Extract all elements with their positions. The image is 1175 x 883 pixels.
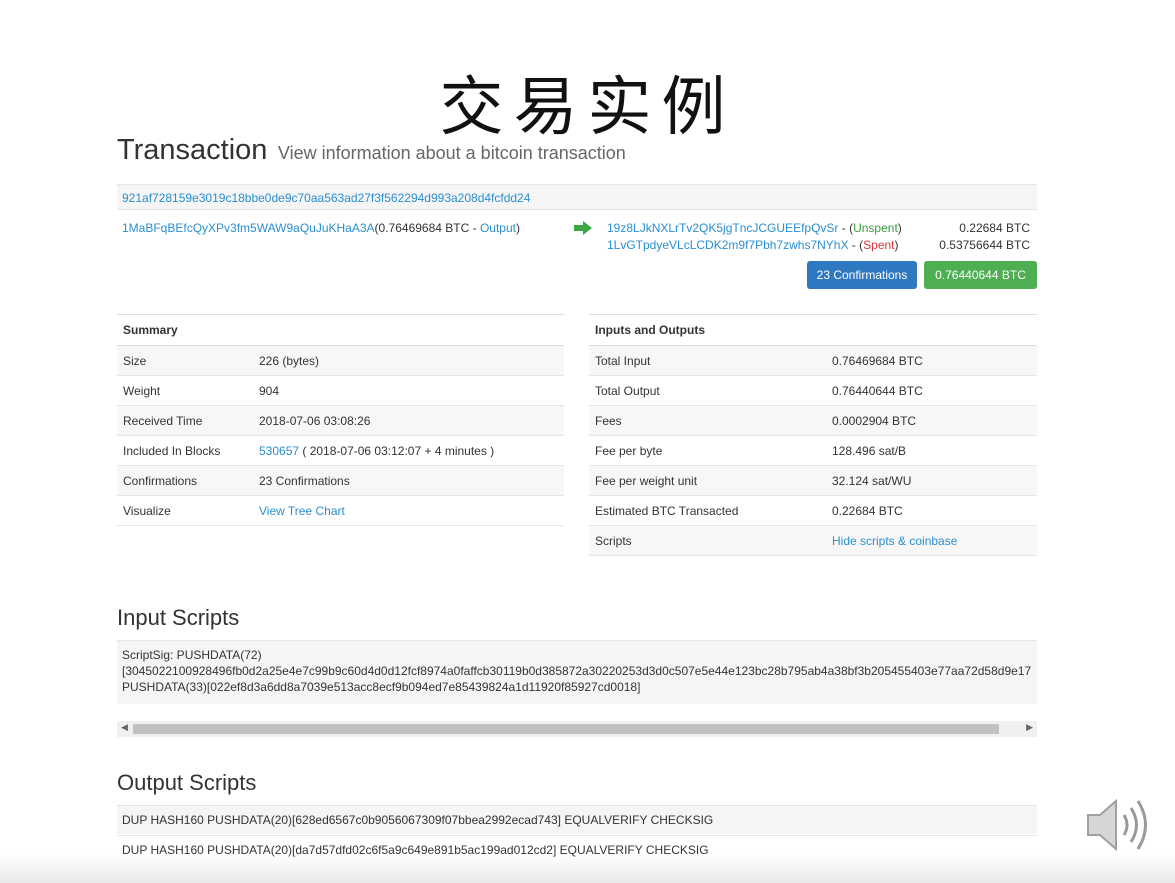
row-key: Weight [117, 375, 253, 406]
page-subtitle: View information about a bitcoin transac… [277, 143, 626, 163]
table-row: Estimated BTC Transacted 0.22684 BTC [589, 495, 1037, 526]
tx-hash-row: 921af728159e3019c18bbe0de9c70aa563ad27f3… [117, 184, 1037, 210]
tx-inputs-outputs: 1MaBFqBEfcQyXPv3fm5WAW9aQuJuKHaA3A(0.764… [122, 221, 1037, 291]
block-time: ( 2018-07-06 03:12:07 + 4 minutes ) [299, 443, 495, 458]
row-key: Fee per weight unit [589, 465, 826, 496]
table-row: Visualize View Tree Chart [117, 495, 564, 526]
table-row: Weight 904 [117, 375, 564, 406]
output-address-link[interactable]: 1LvGTpdyeVLcLCDK2m9f7Pbh7zwhs7NYhX [607, 238, 848, 252]
speaker-icon[interactable] [1086, 795, 1148, 855]
output-amount: 0.53756644 BTC [939, 238, 1030, 252]
output-sep: - ( [838, 221, 854, 235]
output-scripts-title: Output Scripts [117, 770, 257, 795]
page-heading: Transaction View information about a bit… [117, 134, 626, 167]
output-status-unspent: Unspent [853, 221, 898, 235]
row-key: Scripts [589, 525, 826, 556]
tx-output: 19z8LJkNXLrTv2QK5jgTncJCGUEEfpQvSr - (Un… [607, 221, 1037, 238]
tx-input: 1MaBFqBEfcQyXPv3fm5WAW9aQuJuKHaA3A(0.764… [122, 221, 520, 235]
output-sep: - ( [848, 238, 864, 252]
output-close: ) [894, 238, 899, 252]
row-value: 32.124 sat/WU [826, 465, 1037, 496]
row-key: Total Input [589, 345, 826, 376]
tx-outputs: 19z8LJkNXLrTv2QK5jgTncJCGUEEfpQvSr - (Un… [607, 221, 1037, 255]
bottom-fade [0, 855, 1175, 883]
scroll-right-icon[interactable]: ▶ [1026, 722, 1033, 733]
row-key: Estimated BTC Transacted [589, 495, 826, 526]
tx-hash-link[interactable]: 921af728159e3019c18bbe0de9c70aa563ad27f3… [122, 191, 530, 205]
input-scripts-title: Input Scripts [117, 605, 240, 630]
table-row: Received Time 2018-07-06 03:08:26 [117, 405, 564, 436]
table-row: Fee per weight unit 32.124 sat/WU [589, 465, 1037, 496]
row-value: 226 (bytes) [253, 345, 564, 376]
table-row: Scripts Hide scripts & coinbase [589, 525, 1037, 556]
table-row: Included In Blocks 530657 ( 2018-07-06 03… [117, 435, 564, 466]
row-key: Fees [589, 405, 826, 436]
row-value: 2018-07-06 03:08:26 [253, 405, 564, 436]
input-amount-suffix: ) [515, 221, 520, 235]
row-value: 904 [253, 375, 564, 406]
inputs-outputs-table: Inputs and Outputs Total Input 0.76469684… [589, 314, 1037, 556]
tx-output: 1LvGTpdyeVLcLCDK2m9f7Pbh7zwhs7NYhX - (Sp… [607, 238, 1037, 255]
row-value: Hide scripts & coinbase [826, 525, 1037, 556]
output-amount: 0.22684 BTC [959, 221, 1030, 235]
row-key: Received Time [117, 405, 253, 436]
table-row: Total Output 0.76440644 BTC [589, 375, 1037, 406]
page-title: Transaction [117, 134, 268, 166]
row-key: Included In Blocks [117, 435, 253, 466]
view-tree-chart-link[interactable]: View Tree Chart [259, 504, 345, 518]
row-value: 0.76469684 BTC [826, 345, 1037, 376]
scroll-left-icon[interactable]: ◀ [121, 722, 128, 733]
horizontal-scrollbar[interactable]: ◀ ▶ [117, 721, 1037, 737]
row-key: Size [117, 345, 253, 376]
input-script-box: ScriptSig: PUSHDATA(72) [304502210092849… [117, 640, 1037, 704]
summary-table: Summary Size 226 (bytes) Weight 904 Receiv… [117, 314, 564, 526]
row-key: Confirmations [117, 465, 253, 496]
table-row: Total Input 0.76469684 BTC [589, 345, 1037, 376]
row-value: 0.76440644 BTC [826, 375, 1037, 406]
output-address-link[interactable]: 19z8LJkNXLrTv2QK5jgTncJCGUEEfpQvSr [607, 221, 838, 235]
output-close: ) [897, 221, 902, 235]
input-amount-prefix: (0.76469684 BTC - [374, 221, 480, 235]
right-arrow-icon [574, 221, 592, 240]
row-value: 128.496 sat/B [826, 435, 1037, 466]
input-address-link[interactable]: 1MaBFqBEfcQyXPv3fm5WAW9aQuJuKHaA3A [122, 221, 375, 235]
script-line: ScriptSig: PUSHDATA(72) [122, 648, 262, 662]
row-key: Total Output [589, 375, 826, 406]
hide-scripts-link[interactable]: Hide scripts & coinbase [832, 534, 957, 548]
table-row: Fees 0.0002904 BTC [589, 405, 1037, 436]
confirmations-badge: 23 Confirmations [807, 261, 917, 289]
table-row: Confirmations 23 Confirmations [117, 465, 564, 496]
row-key: Visualize [117, 495, 253, 526]
script-line: [3045022100928496fb0d2a25e4e7c99b9c60d4d… [122, 664, 1032, 678]
row-value: 0.0002904 BTC [826, 405, 1037, 436]
row-key: Fee per byte [589, 435, 826, 466]
total-amount-badge: 0.76440644 BTC [924, 261, 1037, 289]
scrollbar-thumb[interactable] [133, 724, 999, 734]
output-status-spent[interactable]: Spent [863, 238, 894, 252]
row-value: 530657 ( 2018-07-06 03:12:07 + 4 minutes… [253, 435, 564, 466]
block-link[interactable]: 530657 [259, 444, 299, 458]
output-script-row: DUP HASH160 PUSHDATA(20)[628ed6567c0b905… [117, 805, 1037, 834]
input-output-link[interactable]: Output [480, 221, 516, 235]
io-header: Inputs and Outputs [589, 314, 1037, 346]
table-row: Fee per byte 128.496 sat/B [589, 435, 1037, 466]
row-value: 0.22684 BTC [826, 495, 1037, 526]
row-value: View Tree Chart [253, 495, 564, 526]
script-line: PUSHDATA(33)[022ef8d3a6dd8a7039e513acc8e… [122, 680, 641, 694]
table-row: Size 226 (bytes) [117, 345, 564, 376]
summary-header: Summary [117, 314, 564, 346]
row-value: 23 Confirmations [253, 465, 564, 496]
